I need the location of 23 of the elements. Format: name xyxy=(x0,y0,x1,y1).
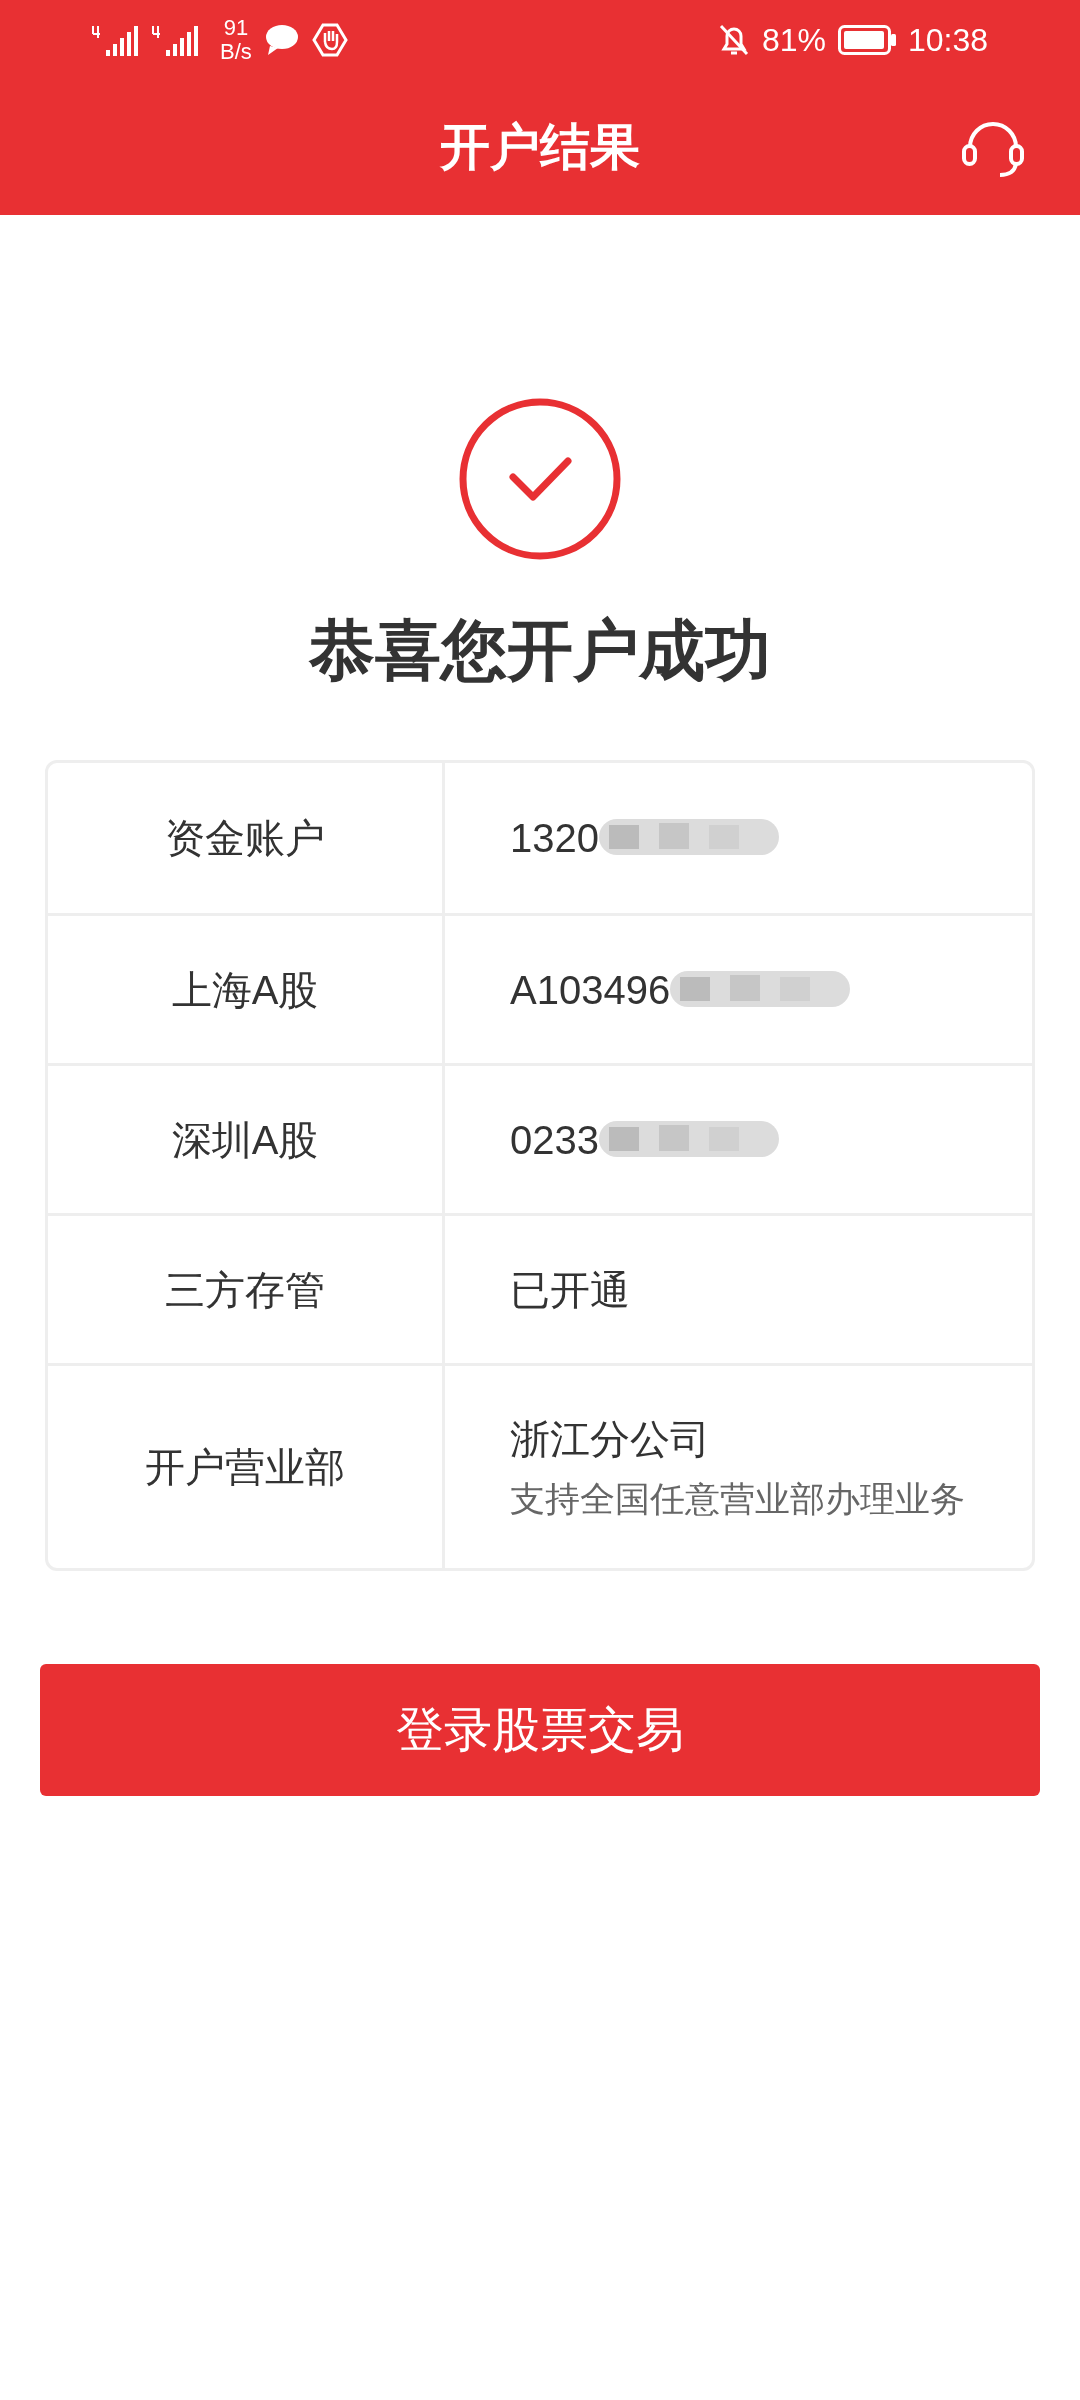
success-check-icon xyxy=(458,397,622,561)
row-value: 已开通 xyxy=(510,1266,630,1314)
hand-stop-icon xyxy=(311,22,348,58)
row-label: 开户营业部 xyxy=(145,1444,345,1491)
row-value: 浙江分公司 xyxy=(510,1415,710,1463)
battery-percent: 81% xyxy=(761,21,826,60)
header-title: 开户结果 xyxy=(440,118,640,177)
row-note: 支持全国任意营业部办理业务 xyxy=(510,1477,966,1520)
row-label: 三方存管 xyxy=(165,1266,325,1314)
chat-bubble-icon xyxy=(263,24,300,56)
bell-off-icon xyxy=(717,23,750,57)
row-value: 1320 xyxy=(510,815,599,862)
row-label: 资金账户 xyxy=(165,815,325,862)
row-label: 上海A股 xyxy=(171,966,319,1014)
clock-time: 10:38 xyxy=(907,21,988,60)
battery-icon xyxy=(837,25,896,55)
net-speed-unit: B/s xyxy=(220,40,252,64)
row-label: 深圳A股 xyxy=(171,1116,319,1164)
net-speed-value: 91 xyxy=(223,16,249,40)
success-title: 恭喜您开户成功 xyxy=(309,612,771,689)
row-value: 0233 xyxy=(510,1116,599,1164)
row-value: A103496 xyxy=(510,966,671,1014)
login-trade-button[interactable]: 登录股票交易 xyxy=(40,1664,1040,1796)
